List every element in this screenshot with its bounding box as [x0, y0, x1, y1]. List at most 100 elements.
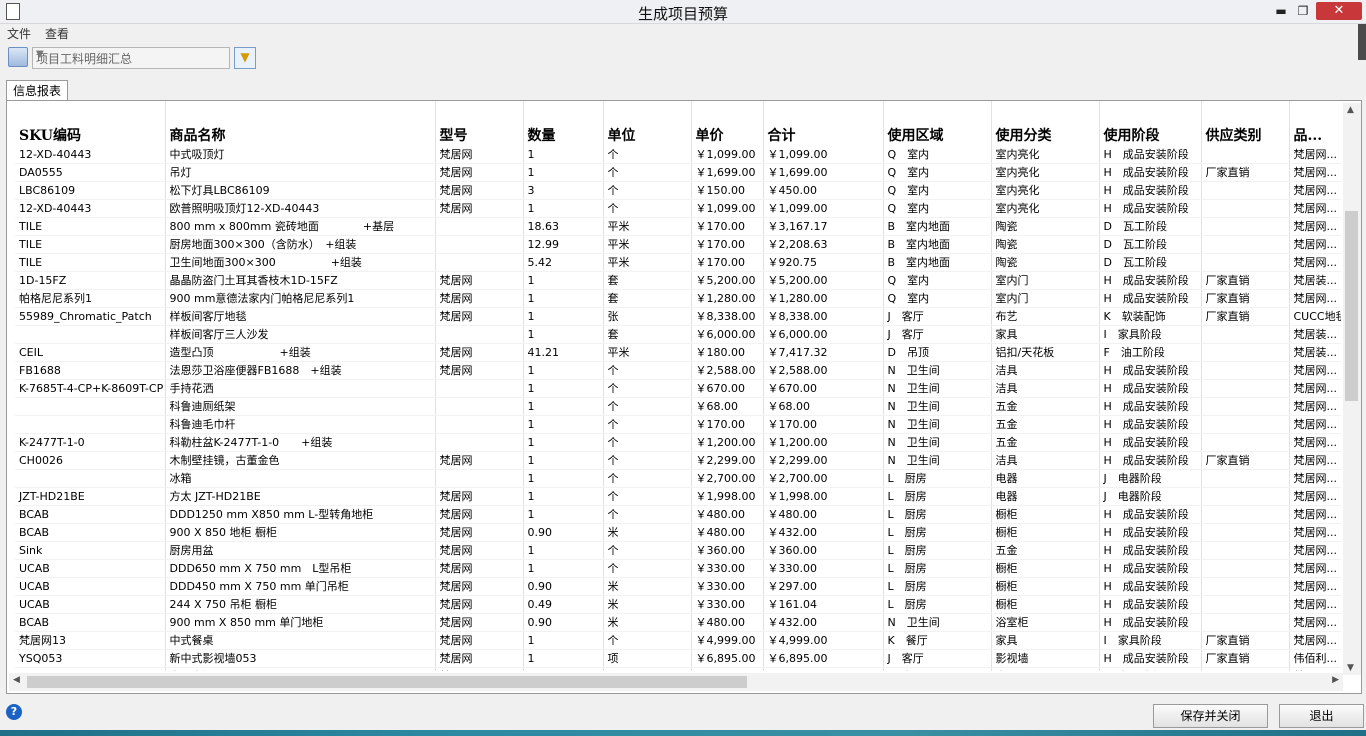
table-cell: ￥3,900.00	[691, 667, 764, 671]
table-row[interactable]: 样板间客厅三人沙发 1 套 ￥6,000.00 ￥6,000.00 J 客厅 家具 I 家具阶…	[15, 325, 1341, 344]
table-row[interactable]: TILE 卫生间地面300×300 +组装 5.42 平米 ￥170.00 ￥920.75…	[15, 253, 1341, 272]
table-cell	[1201, 361, 1290, 380]
table-cell: 梵居网	[435, 559, 524, 578]
table-row[interactable]: K-2477T-1-0 科勒柱盆K-2477T-1-0 +组装 1 个 ￥1,200.0…	[15, 433, 1341, 452]
table-cell	[1201, 595, 1290, 614]
table-cell	[1201, 217, 1290, 236]
table-row[interactable]: FB1688 法恩莎卫浴座便器FB1688 +组装 梵居网 1 个 ￥2,588.00 ￥2…	[15, 361, 1341, 380]
scroll-down-icon[interactable]: ▼	[1347, 663, 1354, 673]
horizontal-scroll-thumb[interactable]	[27, 676, 747, 688]
table-row[interactable]: UCAB DDD450 mm X 750 mm 单门吊柜 梵居网 0.90 米 ￥330.…	[15, 577, 1341, 596]
table-row[interactable]: 科鲁迪厕纸架 1 个 ￥68.00 ￥68.00 N 卫生间 五金 H 成品安装阶段 梵居网..…	[15, 397, 1341, 416]
table-cell: H 成品安装阶段	[1099, 613, 1202, 632]
close-button[interactable]: ✕	[1316, 2, 1362, 20]
table-cell: ￥170.00	[691, 217, 764, 236]
table-cell: H 成品安装阶段	[1099, 649, 1202, 668]
scroll-right-icon[interactable]: ▶	[1332, 675, 1339, 685]
table-cell: 五金	[991, 433, 1100, 452]
table-row[interactable]: UCAB 244 X 750 吊柜 橱柜 梵居网 0.49 米 ￥330.00 ￥161.0…	[15, 595, 1341, 614]
table-cell: CUCC地毯...	[1289, 307, 1341, 326]
table-row[interactable]: 帕格尼尼系列1 900 mm意德法家内门帕格尼尼系列1 梵居网 1 套 ￥1,280.00…	[15, 289, 1341, 308]
column-header[interactable]: 商品名称	[165, 101, 436, 146]
table-cell: 梵居网...	[1289, 469, 1341, 488]
maximize-button[interactable]: ❐	[1290, 2, 1316, 20]
horizontal-scrollbar[interactable]: ◀ ▶	[9, 673, 1343, 691]
table-row[interactable]: 1D-15FZ 晶晶防盗门土耳其香枝木1D-15FZ 梵居网 1 套 ￥5,200.00 ￥…	[15, 271, 1341, 290]
table-header-row: SKU编码 商品名称 型号 数量 单位 单价 合计 使用区域 使用分类 使用阶段 供应类别 品...	[15, 101, 1341, 146]
table-row[interactable]: UCAB DDD650 mm X 750 mm L型吊柜 梵居网 1 个 ￥330.00 ￥…	[15, 559, 1341, 578]
table-cell: 梵居网...	[1289, 289, 1341, 308]
table-cell: TILE	[15, 217, 166, 236]
menu-bar: 文件 查看	[0, 24, 1366, 42]
table-row[interactable]: YSQ053 新中式影视墙053 梵居网 1 项 ￥6,895.00 ￥6,895.00 J …	[15, 649, 1341, 668]
table-cell: 室内门	[991, 289, 1100, 308]
table-cell: ￥6,895.00	[691, 649, 764, 668]
table-cell: ￥4,999.00	[763, 631, 884, 650]
table-cell: H 成品安装阶段	[1099, 379, 1202, 398]
table-row[interactable]: CEIL 造型凸顶 +组装 梵居网 41.21 平米 ￥180.00 ￥7,417.32 D …	[15, 343, 1341, 362]
column-header[interactable]: 数量	[523, 101, 604, 146]
scroll-left-icon[interactable]: ◀	[13, 675, 20, 685]
table-cell: ￥360.00	[763, 541, 884, 560]
table-row[interactable]: DA0555 吊灯 梵居网 1 个 ￥1,699.00 ￥1,699.00 Q 室内 室内亮化 H…	[15, 163, 1341, 182]
vertical-scrollbar[interactable]: ▲ ▼	[1343, 103, 1361, 675]
save-and-close-button[interactable]: 保存并关闭	[1153, 704, 1268, 728]
table-row[interactable]: TILE 800 mm x 800mm 瓷砖地面 +基层 18.63 平米 ￥170.0…	[15, 217, 1341, 236]
table-cell: 梵居网...	[1289, 487, 1341, 506]
exit-button[interactable]: 退出	[1279, 704, 1364, 728]
table-cell	[1201, 541, 1290, 560]
table-row[interactable]: JZT-HD21BE 方太 JZT-HD21BE 梵居网 1 个 ￥1,998.00 ￥1,…	[15, 487, 1341, 506]
table-row[interactable]: 冰箱 1 个 ￥2,700.00 ￥2,700.00 L 厨房 电器 J 电器阶段 梵居网...	[15, 469, 1341, 488]
scroll-up-icon[interactable]: ▲	[1347, 105, 1354, 115]
table-cell: N 卫生间	[883, 379, 992, 398]
table-cell: H 成品安装阶段	[1099, 289, 1202, 308]
table-row[interactable]: Sink 厨房用盆 梵居网 1 个 ￥360.00 ￥360.00 L 厨房 五金 H 成品安装阶…	[15, 541, 1341, 560]
table-cell: 个	[603, 397, 692, 416]
column-header[interactable]: 使用分类	[991, 101, 1100, 146]
column-header[interactable]: 品...	[1289, 101, 1341, 146]
table-row[interactable]: K-7685T-4-CP+K-8609T-CP 手持花洒 1 个 ￥670.00 ￥670…	[15, 379, 1341, 398]
vertical-scroll-thumb[interactable]	[1345, 211, 1358, 401]
table-row[interactable]: 12-XD-40443 中式吸顶灯 梵居网 1 个 ￥1,099.00 ￥1,099.00 Q…	[15, 146, 1341, 164]
column-header[interactable]: 合计	[763, 101, 884, 146]
table-row[interactable]: 12-XD-40443 欧普照明吸顶灯12-XD-40443 梵居网 1 个 ￥1,099…	[15, 199, 1341, 218]
column-header[interactable]: 供应类别	[1201, 101, 1290, 146]
printer-icon[interactable]	[8, 47, 28, 67]
table-row[interactable]: CH0026 木制壁挂镜，古董金色 梵居网 1 个 ￥2,299.00 ￥2,299.00 N…	[15, 451, 1341, 470]
column-header[interactable]: 使用区域	[883, 101, 992, 146]
table-cell	[1201, 613, 1290, 632]
table-cell: 布艺	[991, 307, 1100, 326]
funnel-icon[interactable]: ▼	[234, 47, 256, 69]
table-cell: Q 室内	[883, 146, 992, 164]
report-grid: SKU编码 商品名称 型号 数量 单位 单价 合计 使用区域 使用分类 使用阶段 供应类别 品... …	[15, 101, 1341, 671]
column-header[interactable]: SKU编码	[15, 101, 166, 146]
table-row[interactable]: 梵居网13 中式餐桌 梵居网 1 个 ￥4,999.00 ￥4,999.00 K 餐厅 家具 I …	[15, 631, 1341, 650]
chevron-down-icon[interactable]: ▼	[36, 49, 226, 60]
table-cell: 900 X 850 地柜 橱柜	[165, 523, 436, 542]
table-row[interactable]: TILE 厨房地面300×300（含防水） +组装 12.99 平米 ￥170.00 ￥2…	[15, 235, 1341, 254]
column-header[interactable]: 型号	[435, 101, 524, 146]
table-cell: 梵居网	[435, 451, 524, 470]
table-row[interactable]: 55989_Chromatic_Patch 样板间客厅地毯 梵居网 1 张 ￥8,338.…	[15, 307, 1341, 326]
tab-info-report[interactable]: 信息报表	[6, 80, 68, 101]
column-header[interactable]: 单价	[691, 101, 764, 146]
help-icon[interactable]: ?	[6, 704, 22, 720]
table-row[interactable]: BCAB DDD1250 mm X850 mm L-型转角地柜 梵居网 1 个 ￥480.…	[15, 505, 1341, 524]
column-header[interactable]: 使用阶段	[1099, 101, 1202, 146]
report-type-select[interactable]: 项目工料明细汇总 ▼	[32, 47, 230, 69]
table-row[interactable]: BCAB 900 mm X 850 mm 单门地柜 梵居网 0.90 米 ￥480.00 ￥…	[15, 613, 1341, 632]
table-row[interactable]: BCAB 900 X 850 地柜 橱柜 梵居网 0.90 米 ￥480.00 ￥432.0…	[15, 523, 1341, 542]
column-header[interactable]: 单位	[603, 101, 692, 146]
title-bar: 生成项目预算 ▬ ❐ ✕	[0, 0, 1366, 24]
table-cell: K 餐厅	[883, 631, 992, 650]
table-row[interactable]: 客厅电视梵居网1个￥3,900.00￥3,900.00J 客厅电器J 电器阶段梵…	[15, 667, 1341, 671]
table-cell: 0.49	[523, 595, 604, 614]
menu-file[interactable]: 文件	[7, 25, 31, 42]
window-title: 生成项目预算	[637, 5, 728, 23]
table-row[interactable]: 科鲁迪毛巾杆 1 个 ￥170.00 ￥170.00 N 卫生间 五金 H 成品安装阶段 梵居网…	[15, 415, 1341, 434]
table-cell: 个	[603, 379, 692, 398]
table-cell: ￥150.00	[691, 181, 764, 200]
table-cell: 梵居网...	[1289, 577, 1341, 596]
table-row[interactable]: LBC86109 松下灯具LBC86109 梵居网 3 个 ￥150.00 ￥450.00 Q…	[15, 181, 1341, 200]
menu-view[interactable]: 查看	[45, 25, 69, 42]
